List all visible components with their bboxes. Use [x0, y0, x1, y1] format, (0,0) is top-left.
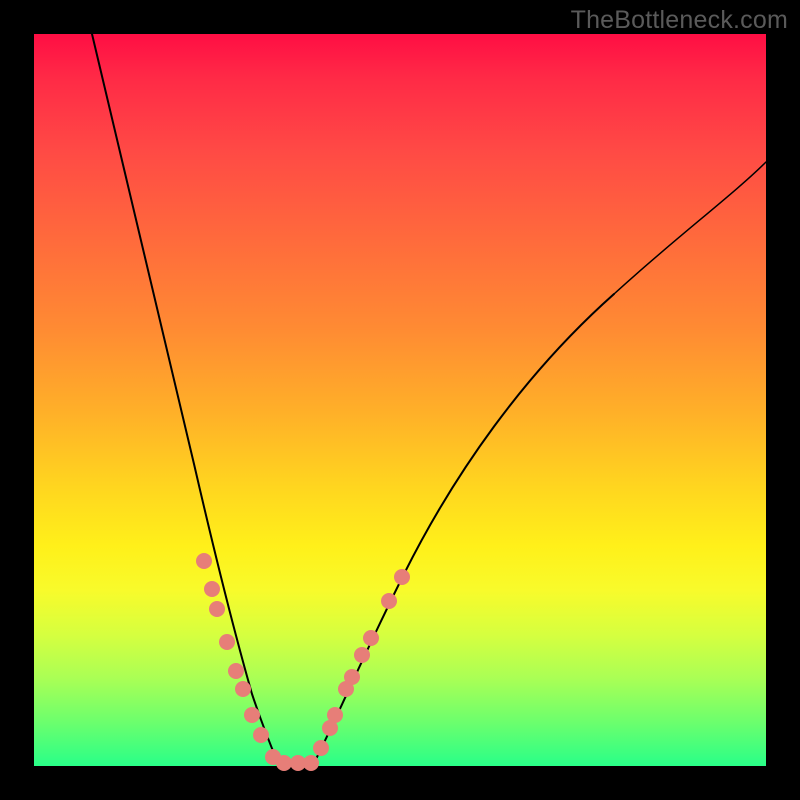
watermark-text: TheBottleneck.com: [571, 6, 788, 35]
marker-dot: [244, 707, 260, 723]
marker-dot: [253, 727, 269, 743]
curve-left-branch: [92, 34, 278, 763]
marker-dot: [303, 755, 319, 771]
marker-dot: [344, 669, 360, 685]
marker-dot: [394, 569, 410, 585]
marker-dot: [209, 601, 225, 617]
marker-dot: [204, 581, 220, 597]
plot-area: [34, 34, 766, 766]
marker-dot: [327, 707, 343, 723]
marker-group: [196, 553, 410, 771]
chart-frame: TheBottleneck.com: [0, 0, 800, 800]
chart-svg: [34, 34, 766, 766]
curve-right-branch-tail: [614, 162, 766, 294]
marker-dot: [196, 553, 212, 569]
marker-dot: [219, 634, 235, 650]
curve-right-branch: [314, 294, 614, 763]
marker-dot: [354, 647, 370, 663]
marker-dot: [228, 663, 244, 679]
marker-dot: [235, 681, 251, 697]
marker-dot: [381, 593, 397, 609]
marker-dot: [363, 630, 379, 646]
marker-dot: [276, 755, 292, 771]
marker-dot: [313, 740, 329, 756]
